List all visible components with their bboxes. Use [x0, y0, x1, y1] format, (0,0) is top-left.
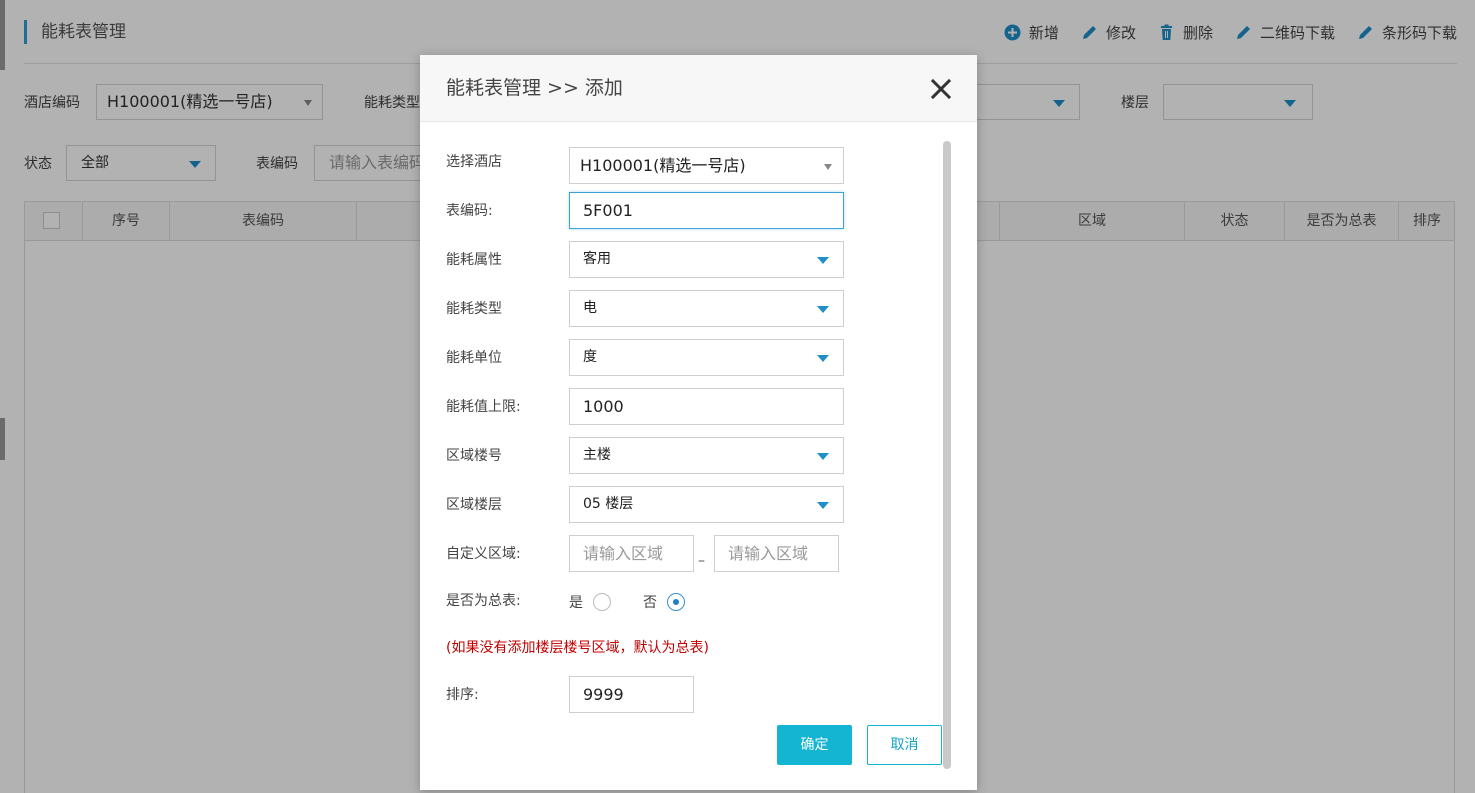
unit-field-label: 能耗单位	[446, 350, 502, 366]
unit-select-value: 度	[583, 349, 597, 365]
floor-select[interactable]: 05 楼层	[569, 486, 844, 523]
master-no-option[interactable]: 否	[643, 592, 685, 612]
master-yes-option[interactable]: 是	[569, 592, 611, 612]
attr-field-label: 能耗属性	[446, 252, 502, 268]
chevron-down-icon	[817, 257, 829, 264]
confirm-button[interactable]: 确定	[777, 725, 852, 765]
floor-select-value: 05 楼层	[583, 496, 634, 512]
hotel-select[interactable]: H100001(精选一号店)	[569, 147, 844, 184]
attr-select[interactable]: 客用	[569, 241, 844, 278]
building-select[interactable]: 主楼	[569, 437, 844, 474]
attr-select-value: 客用	[583, 251, 611, 267]
sort-input[interactable]: 9999	[569, 676, 694, 713]
dialog-title: 能耗表管理 >> 添加	[446, 77, 623, 99]
limit-field-label: 能耗值上限:	[446, 399, 521, 415]
chevron-down-icon	[824, 164, 832, 170]
custom-area-input-end[interactable]: 请输入区域	[714, 535, 839, 572]
type-select[interactable]: 电	[569, 290, 844, 327]
sort-field-label: 排序:	[446, 687, 479, 703]
master-note: (如果没有添加楼层楼号区域，默认为总表)	[446, 640, 709, 656]
master-yes-label: 是	[569, 595, 583, 611]
custom-area-label: 自定义区域:	[446, 546, 521, 562]
dialog-scrollbar[interactable]	[943, 141, 951, 769]
code-field-label: 表编码:	[446, 203, 493, 219]
close-icon[interactable]	[929, 77, 953, 101]
chevron-down-icon	[817, 502, 829, 509]
chevron-down-icon	[817, 306, 829, 313]
hotel-select-value: H100001(精选一号店)	[580, 156, 746, 175]
chevron-down-icon	[817, 355, 829, 362]
chevron-down-icon	[817, 453, 829, 460]
custom-area-input-start[interactable]: 请输入区域	[569, 535, 694, 572]
dialog-header: 能耗表管理 >> 添加	[420, 55, 977, 122]
floor-field-label: 区域楼层	[446, 497, 502, 513]
master-field-label: 是否为总表:	[446, 593, 521, 609]
building-field-label: 区域楼号	[446, 448, 502, 464]
unit-select[interactable]: 度	[569, 339, 844, 376]
limit-input[interactable]: 1000	[569, 388, 844, 425]
type-field-label: 能耗类型	[446, 301, 502, 317]
building-select-value: 主楼	[583, 447, 611, 463]
type-select-value: 电	[583, 300, 597, 316]
master-yes-radio[interactable]	[593, 593, 611, 611]
cancel-button[interactable]: 取消	[867, 725, 942, 765]
hotel-field-label: 选择酒店	[446, 154, 502, 170]
master-no-label: 否	[643, 595, 657, 611]
range-dash: –	[698, 553, 705, 569]
master-no-radio[interactable]	[667, 593, 685, 611]
add-meter-dialog: 能耗表管理 >> 添加 选择酒店 H100001(精选一号店) 表编码: 5F0…	[420, 55, 977, 790]
code-input[interactable]: 5F001	[569, 192, 844, 229]
